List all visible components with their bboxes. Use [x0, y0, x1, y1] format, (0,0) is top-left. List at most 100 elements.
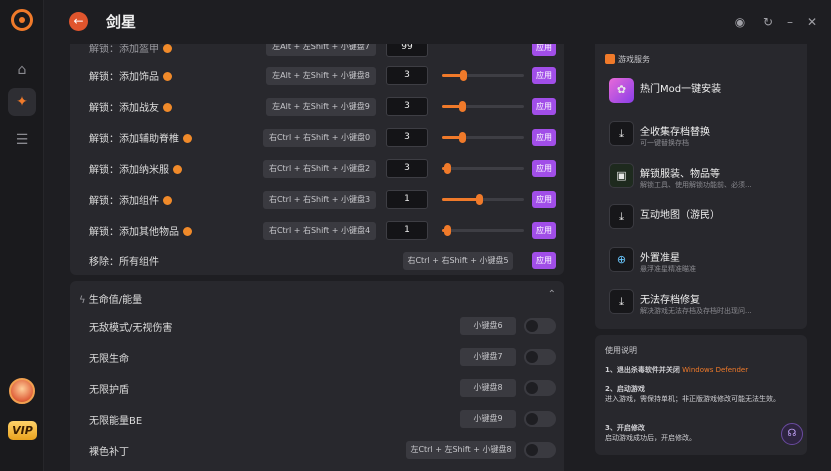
- quantity-slider[interactable]: [442, 132, 524, 143]
- list-item: 无限护盾 小键盘8: [70, 373, 564, 404]
- service-item-mod[interactable]: ✿ 热门Mod一键安装: [609, 76, 799, 106]
- close-icon[interactable]: ✕: [803, 13, 821, 31]
- toggle-switch[interactable]: [524, 349, 556, 365]
- quantity-slider[interactable]: [442, 101, 524, 112]
- row-label: 移除：所有组件: [89, 257, 159, 268]
- guide-title: 使用说明: [605, 346, 637, 355]
- quantity-slider[interactable]: [442, 194, 524, 205]
- map-icon: ⤓: [609, 204, 634, 229]
- apply-button[interactable]: 应用: [532, 252, 556, 269]
- quantity-input[interactable]: 3: [386, 97, 428, 116]
- box-icon: [605, 54, 615, 64]
- quantity-input[interactable]: 99: [386, 44, 428, 57]
- repair-icon: ⤓: [609, 289, 634, 314]
- hotkey-badge[interactable]: 右Ctrl + 右Shift + 小键盘3: [263, 191, 376, 209]
- row-label: 解锁：添加盔甲: [89, 44, 172, 55]
- service-desc: 可一键替换存档: [640, 139, 689, 147]
- hotkey-badge[interactable]: 小键盘8: [460, 379, 516, 397]
- hotkey-badge[interactable]: 左Ctrl + 左Shift + 小键盘8: [406, 441, 516, 459]
- hotkey-badge[interactable]: 小键盘9: [460, 410, 516, 428]
- service-name: 互动地图（游民）: [640, 210, 720, 221]
- list-item: 移除：所有组件 右Ctrl + 右Shift + 小键盘5 应用: [70, 245, 564, 275]
- quantity-input[interactable]: 1: [386, 190, 428, 209]
- list-item: 解锁：添加组件 右Ctrl + 右Shift + 小键盘3 1 应用: [70, 184, 564, 215]
- apply-button[interactable]: 应用: [532, 129, 556, 146]
- download-icon: ⤓: [609, 121, 634, 146]
- service-name: 热门Mod一键安装: [640, 84, 722, 95]
- service-item-save-replace[interactable]: ⤓ 全收集存档替换 可一键替换存档: [609, 119, 799, 149]
- toggle-switch[interactable]: [524, 442, 556, 458]
- chevron-up-icon[interactable]: ⌃: [548, 289, 556, 300]
- hotkey-badge[interactable]: 左Alt + 左Shift + 小键盘8: [266, 67, 376, 85]
- info-icon[interactable]: [163, 103, 172, 112]
- game-services-panel: 游戏服务 ✿ 热门Mod一键安装 ⤓ 全收集存档替换 可一键替换存档 ▣ 解锁服…: [595, 44, 807, 329]
- storage-icon[interactable]: ☰: [8, 126, 36, 154]
- hotkey-badge[interactable]: 小键盘7: [460, 348, 516, 366]
- list-item: 解锁：添加其他物品 右Ctrl + 右Shift + 小键盘4 1 应用: [70, 215, 564, 246]
- health-energy-panel: ϟ 生命值/能量 ⌃ 无敌模式/无视伤害 小键盘6 无限生命 小键盘7 无限护盾…: [70, 281, 564, 471]
- avatar[interactable]: [9, 378, 35, 404]
- quantity-slider[interactable]: [442, 163, 524, 174]
- service-desc: 悬浮准星精准瞄准: [640, 265, 696, 273]
- service-item-map[interactable]: ⤓ 互动地图（游民）: [609, 202, 799, 232]
- info-icon[interactable]: [163, 196, 172, 205]
- app-window: ⌂ ✦ ☰ VIP ← 剑星 ◉ ↻ – ✕ 解锁：添加盔甲 左Alt + 左S…: [0, 0, 831, 471]
- guide-step-3: 3、开启修改 启动游戏成功后，开启修改。: [605, 424, 696, 442]
- hotkey-badge[interactable]: 小键盘6: [460, 317, 516, 335]
- toggle-switch[interactable]: [524, 318, 556, 334]
- hotkey-badge[interactable]: 右Ctrl + 右Shift + 小键盘0: [263, 129, 376, 147]
- settings-icon[interactable]: ◉: [731, 13, 749, 31]
- vip-badge[interactable]: VIP: [8, 421, 37, 440]
- home-icon[interactable]: ⌂: [8, 56, 36, 84]
- hotkey-badge[interactable]: 右Ctrl + 右Shift + 小键盘2: [263, 160, 376, 178]
- quantity-input[interactable]: 3: [386, 66, 428, 85]
- hotkey-badge[interactable]: 右Ctrl + 右Shift + 小键盘5: [403, 252, 513, 270]
- apply-button[interactable]: 应用: [532, 44, 556, 56]
- list-item: 无限能量BE 小键盘9: [70, 404, 564, 435]
- info-icon[interactable]: [183, 134, 192, 143]
- hotkey-badge[interactable]: 右Ctrl + 右Shift + 小键盘4: [263, 222, 376, 240]
- row-label: 裸色补丁: [89, 447, 129, 458]
- toggle-switch[interactable]: [524, 411, 556, 427]
- quantity-slider[interactable]: [442, 225, 524, 236]
- row-label: 无限生命: [89, 354, 129, 365]
- hotkey-badge[interactable]: 左Alt + 左Shift + 小键盘9: [266, 98, 376, 116]
- guide-step-1: 1、退出杀毒软件并关闭 Windows Defender: [605, 366, 749, 374]
- service-item-unlock[interactable]: ▣ 解锁服装、物品等 解锁工具、使用解锁功能前、必须...: [609, 161, 799, 191]
- row-label: 解锁：添加辅助脊椎: [89, 130, 192, 145]
- hotkey-badge[interactable]: 左Alt + 左Shift + 小键盘7: [266, 44, 376, 56]
- quantity-input[interactable]: 1: [386, 221, 428, 240]
- game-controller-icon[interactable]: ✦: [8, 88, 36, 116]
- apply-button[interactable]: 应用: [532, 222, 556, 239]
- info-icon[interactable]: [173, 165, 182, 174]
- crosshair-icon: ⊕: [609, 247, 634, 272]
- minimize-icon[interactable]: –: [781, 13, 799, 31]
- title-bar: ← 剑星 ◉ ↻ – ✕: [44, 0, 831, 44]
- apply-button[interactable]: 应用: [532, 67, 556, 84]
- service-desc: 解锁工具、使用解锁功能前、必须...: [640, 181, 752, 189]
- apply-button[interactable]: 应用: [532, 98, 556, 115]
- guide-step-2: 2、启动游戏 进入游戏，需保持单机；非正版游戏修改可能无法生效。: [605, 385, 780, 403]
- service-item-save-repair[interactable]: ⤓ 无法存档修复 解决游戏无法存档及存档时出现问...: [609, 287, 799, 317]
- quantity-input[interactable]: 3: [386, 128, 428, 147]
- usage-guide-panel: 使用说明 1、退出杀毒软件并关闭 Windows Defender 2、启动游戏…: [595, 335, 807, 455]
- service-item-crosshair[interactable]: ⊕ 外置准星 悬浮准星精准瞄准: [609, 245, 799, 275]
- info-icon[interactable]: [183, 227, 192, 236]
- apply-button[interactable]: 应用: [532, 191, 556, 208]
- headset-support-icon[interactable]: ☊: [781, 423, 803, 445]
- service-name: 全收集存档替换: [640, 127, 710, 138]
- service-name: 解锁服装、物品等: [640, 169, 720, 180]
- quantity-input[interactable]: 3: [386, 159, 428, 178]
- list-item: 裸色补丁 左Ctrl + 左Shift + 小键盘8: [70, 435, 564, 466]
- info-icon[interactable]: [163, 72, 172, 81]
- apply-button[interactable]: 应用: [532, 160, 556, 177]
- list-item: 无限生命 小键盘7: [70, 342, 564, 373]
- toggle-switch[interactable]: [524, 380, 556, 396]
- back-button[interactable]: ←: [69, 12, 88, 31]
- section-header: 游戏服务: [605, 54, 650, 65]
- refresh-icon[interactable]: ↻: [759, 13, 777, 31]
- quantity-slider[interactable]: [442, 70, 524, 81]
- section-header[interactable]: ϟ 生命值/能量: [79, 291, 142, 306]
- unlock-items-panel: 解锁：添加盔甲 左Alt + 左Shift + 小键盘7 99 应用 解锁：添加…: [70, 44, 564, 275]
- row-label: 解锁：添加饰品: [89, 68, 172, 83]
